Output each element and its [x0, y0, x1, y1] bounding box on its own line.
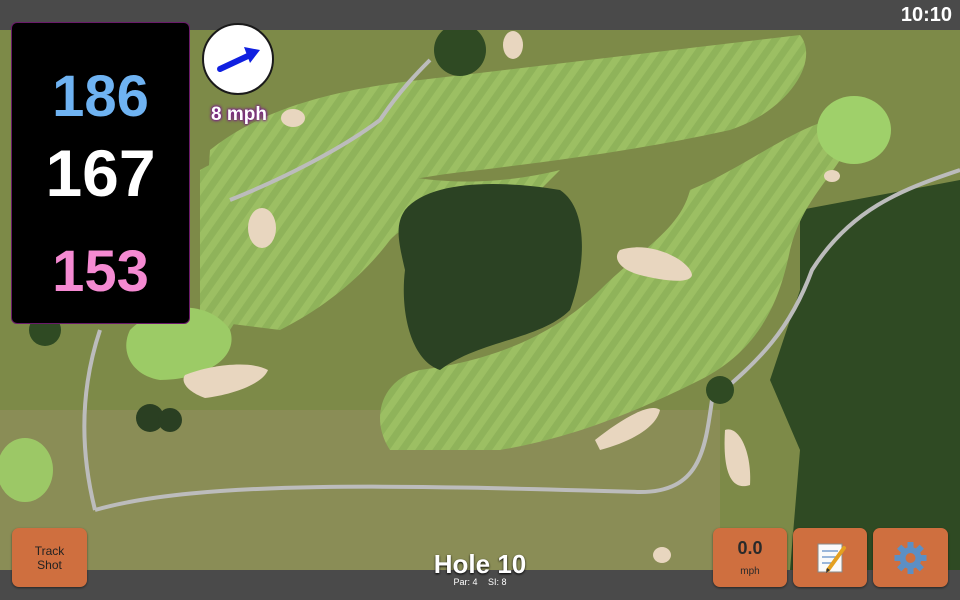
scorecard-button[interactable]: [793, 528, 867, 587]
track-shot-button[interactable]: Track Shot: [12, 528, 87, 587]
distance-back: 186: [52, 64, 149, 129]
track-shot-label-line2: Shot: [37, 557, 62, 572]
si-label: SI: 8: [488, 577, 507, 587]
speed-value: 0.0: [737, 538, 763, 558]
wind-indicator: [202, 23, 274, 95]
clock: 10:10: [900, 4, 952, 26]
distance-middle: 167: [45, 136, 156, 210]
settings-button[interactable]: [873, 528, 948, 587]
hole-title: Hole 10: [433, 549, 527, 579]
distance-panel: 186 167 153: [11, 22, 190, 324]
speed-unit: mph: [740, 566, 760, 577]
hole-info: Par: 4 SI: 8: [400, 577, 560, 587]
wind-arrow-icon: [217, 47, 260, 72]
notepad-icon: [817, 543, 846, 573]
wind-speed-label: 8 mph: [211, 104, 267, 125]
distance-front: 153: [52, 239, 149, 304]
track-shot-label-line1: Track: [34, 543, 65, 558]
swing-speed-button[interactable]: 0.0 mph: [713, 528, 787, 587]
gear-icon: [894, 542, 927, 574]
par-label: Par: 4: [453, 577, 478, 587]
